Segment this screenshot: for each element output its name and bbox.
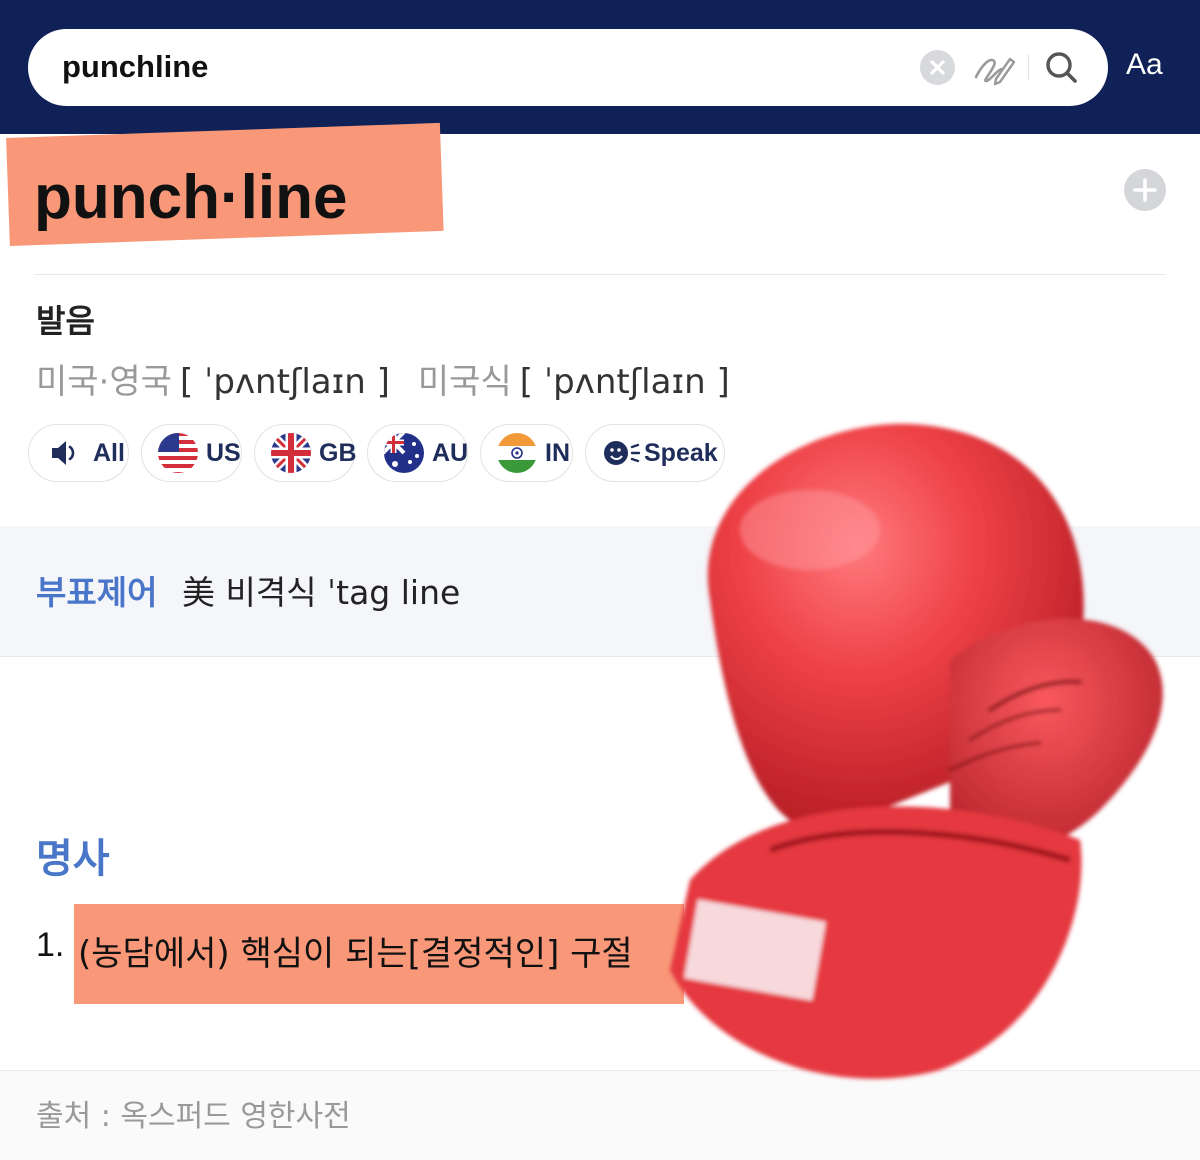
search-input[interactable] — [62, 45, 822, 89]
audio-all-button[interactable]: All — [28, 424, 129, 482]
pron-label-uk-us: 미국·영국 — [36, 362, 172, 402]
top-bar: Aa — [0, 0, 1200, 134]
audio-gb-label: GB — [319, 438, 357, 467]
font-size-button[interactable]: Aa — [1126, 48, 1176, 88]
plus-icon — [1133, 178, 1157, 202]
pronunciation-line: 미국·영국[ ˈpʌntʃlaɪn ] 미국식[ ˈpʌntʃlaɪn ] — [36, 354, 730, 403]
pron-label-us: 미국식 — [417, 362, 512, 402]
pron-ipa-us: [ ˈpʌntʃlaɪn ] — [519, 362, 730, 402]
audio-all-label: All — [93, 438, 125, 467]
definition-number: 1. — [36, 926, 65, 964]
handwriting-button[interactable] — [972, 47, 1016, 89]
search-button[interactable] — [1040, 47, 1084, 89]
audio-in-button[interactable]: IN — [480, 424, 573, 482]
handwriting-icon — [974, 57, 1016, 86]
us-flag-icon — [156, 431, 200, 475]
sub-headword-text[interactable]: 美 비격식 ˈtag line — [182, 566, 460, 614]
audio-in-label: IN — [545, 438, 570, 467]
search-icon — [1046, 52, 1077, 83]
boxing-glove-icon — [670, 423, 1163, 1079]
headword: punch·line — [34, 163, 348, 232]
audio-au-button[interactable]: AU — [367, 424, 468, 482]
in-flag-icon — [495, 431, 539, 475]
clear-icon — [930, 60, 945, 75]
pronunciation-title: 발음 — [36, 302, 95, 340]
audio-us-button[interactable]: US — [141, 424, 242, 482]
divider — [34, 274, 1166, 275]
search-divider — [1028, 54, 1029, 80]
search-bar — [28, 29, 1108, 106]
audio-gb-button[interactable]: GB — [254, 424, 357, 482]
definition-text: (농담에서) 핵심이 되는[결정적인] 구절 — [78, 934, 633, 974]
speaker-icon — [43, 431, 87, 475]
add-to-wordbook-button[interactable] — [1124, 169, 1166, 211]
audio-us-label: US — [206, 438, 241, 467]
speak-icon — [600, 431, 644, 475]
pron-ipa-uk-us: [ ˈpʌntʃlaɪn ] — [179, 362, 390, 402]
gb-flag-icon — [269, 431, 313, 475]
sub-headword-label: 부표제어 — [36, 573, 158, 612]
source-text: 출처 : 옥스퍼드 영한사전 — [36, 1099, 351, 1134]
au-flag-icon — [382, 431, 426, 475]
audio-au-label: AU — [432, 438, 469, 467]
clear-button[interactable] — [920, 50, 955, 85]
part-of-speech: 명사 — [36, 836, 110, 882]
